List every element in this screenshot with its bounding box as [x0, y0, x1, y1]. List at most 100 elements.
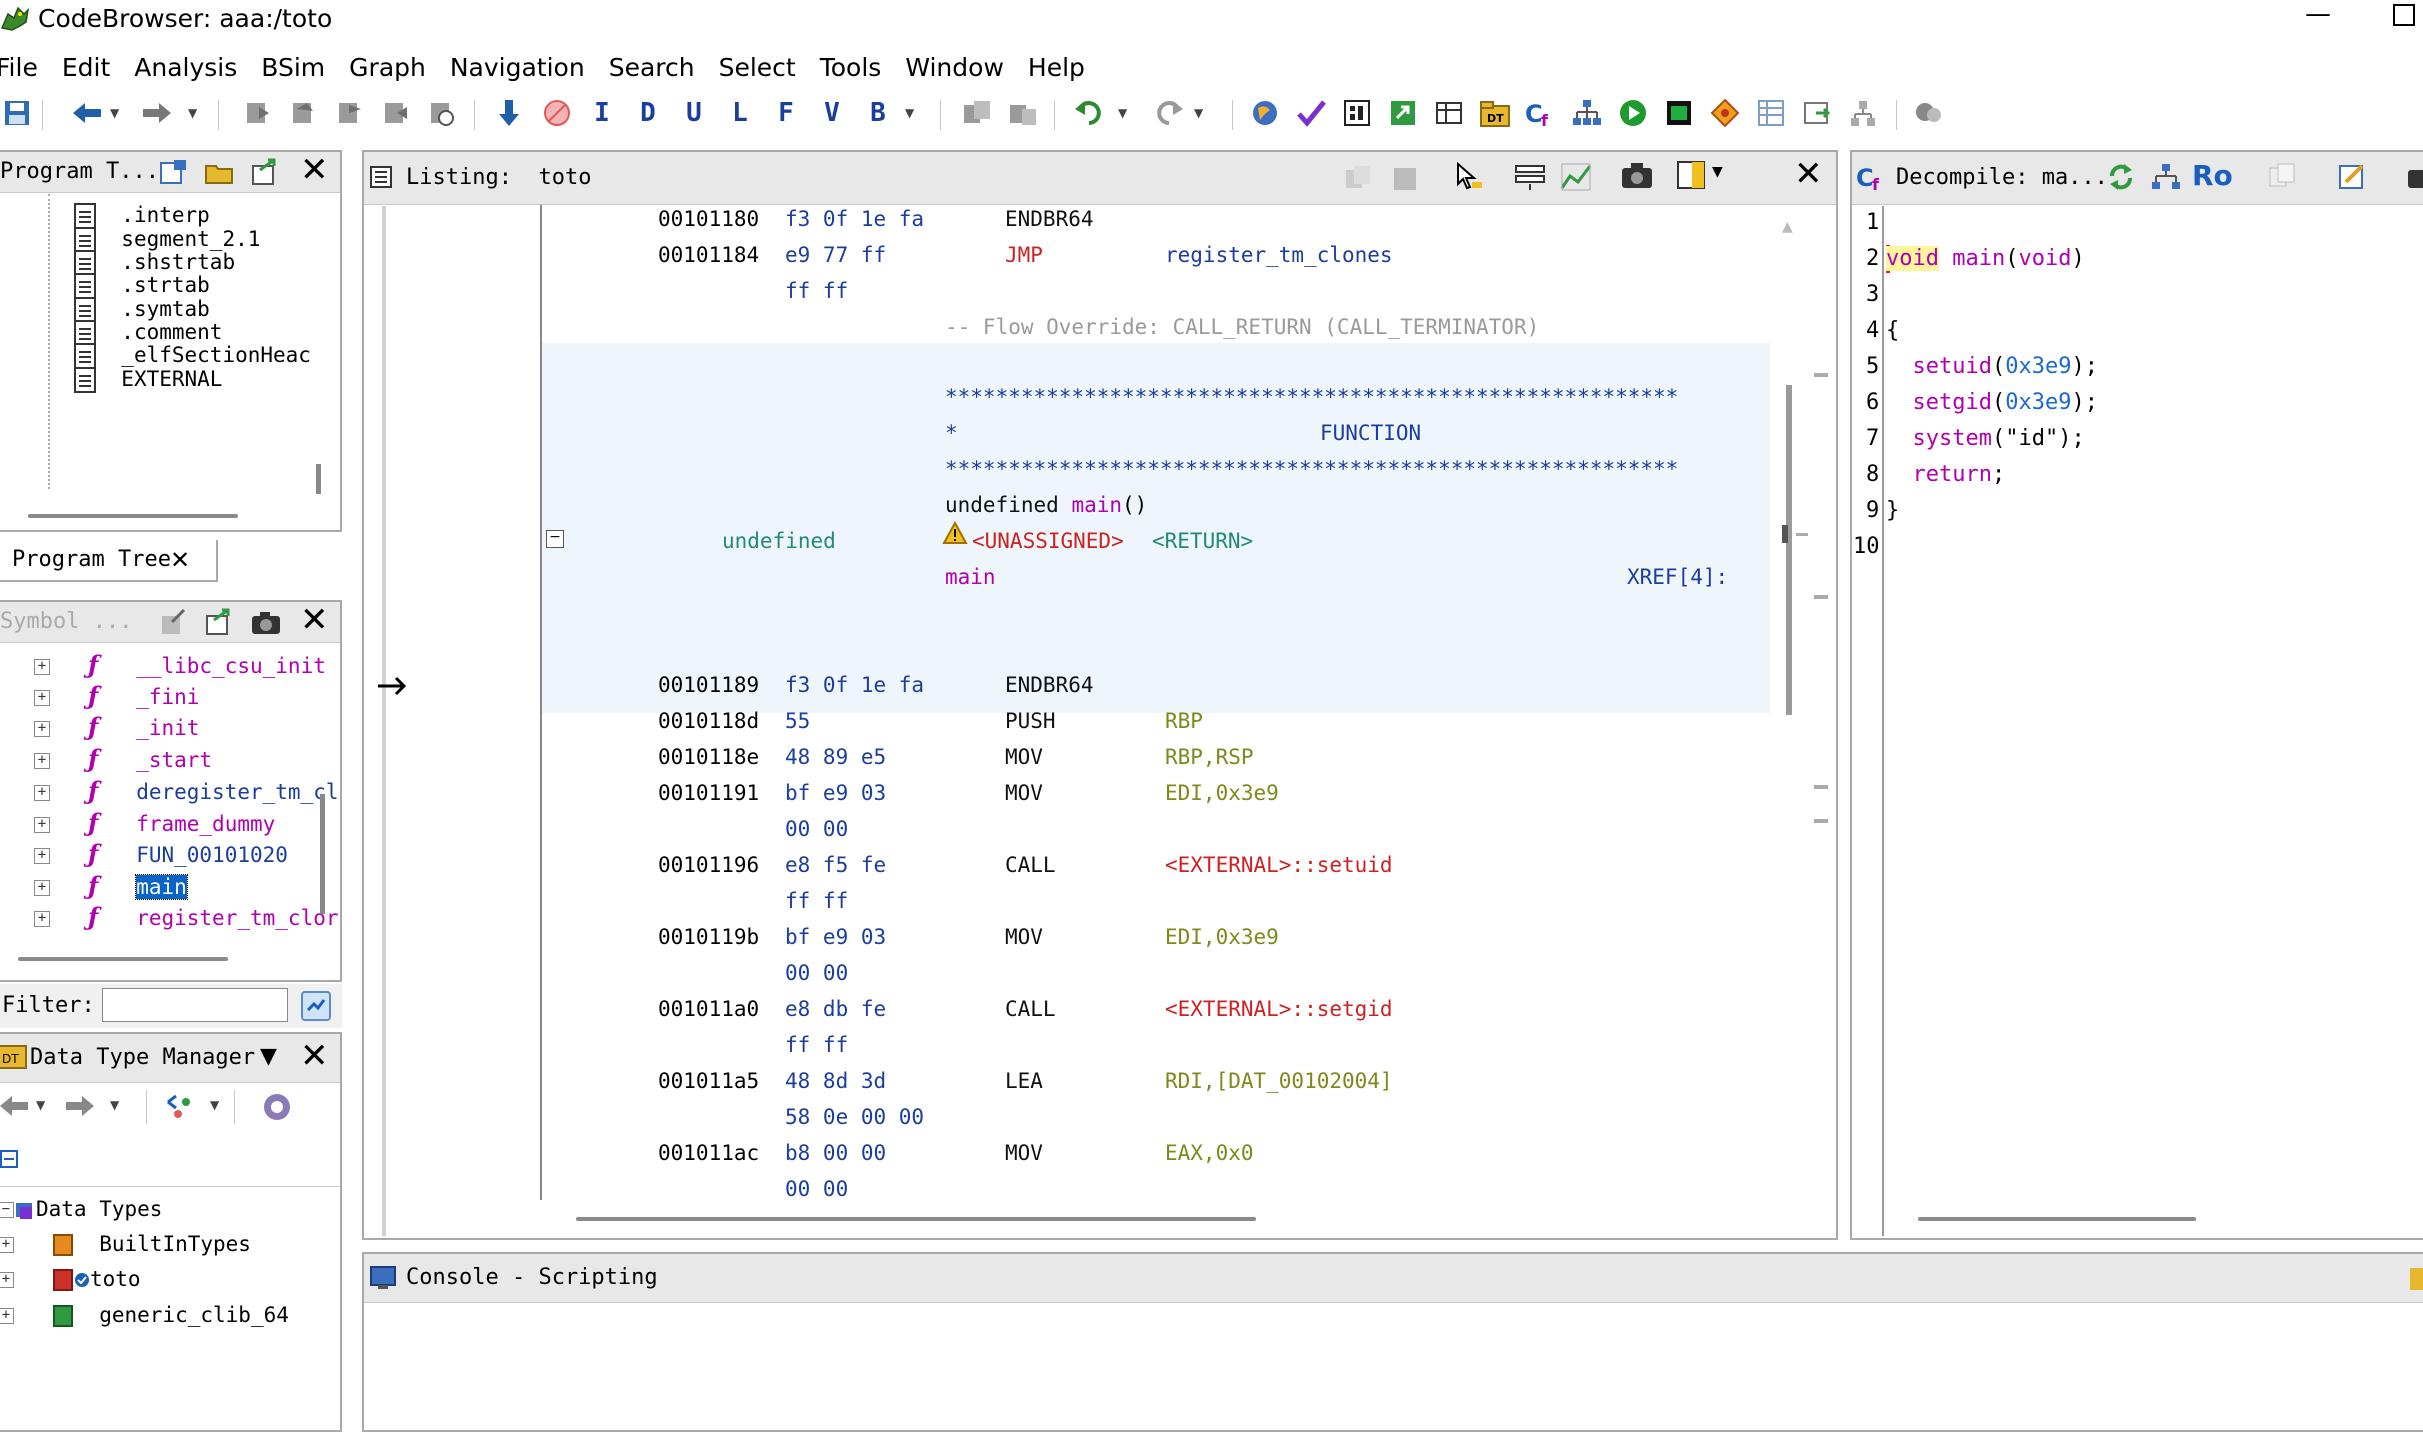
tree-item[interactable]: EXTERNAL [74, 362, 222, 396]
listing-row[interactable]: 00101180 [658, 205, 759, 233]
listing-row[interactable]: 00101189 [658, 671, 759, 699]
refresh-icon[interactable] [2106, 162, 2136, 196]
open-folder-icon[interactable] [204, 158, 236, 190]
dt-item-generic[interactable]: + generic_clib_64 [0, 1298, 289, 1332]
toolbar-letter-V[interactable]: V [815, 96, 849, 130]
minimize-button[interactable]: — [2303, 1, 2333, 32]
symbol-item[interactable]: + ƒ FUN_00101020 [34, 837, 288, 871]
dt-root[interactable]: − Data Types [0, 1192, 162, 1226]
listing-content[interactable]: − 00101180 f3 0f 1e fa ENDBR64 00101184 … [540, 205, 1770, 1201]
listing-operand[interactable]: RBP [1165, 707, 1203, 735]
paste-icon[interactable] [1006, 96, 1040, 130]
tree-graph-icon[interactable] [1570, 96, 1604, 130]
type-arrows-icon[interactable] [164, 1092, 198, 1126]
toolbar-letter-D[interactable]: D [631, 96, 665, 130]
menu-navigation[interactable]: Navigation [438, 50, 597, 88]
decompile-horizontal-scrollbar[interactable] [1918, 1217, 2196, 1221]
vertical-scrollbar[interactable] [316, 464, 321, 494]
listing-operand[interactable]: RBP,RSP [1165, 743, 1254, 771]
refresh-tree-icon[interactable] [250, 158, 280, 190]
folder-dt-icon[interactable]: DT [1478, 96, 1512, 130]
function-signature[interactable]: undefined main() [945, 491, 1147, 519]
decompile-line-9[interactable]: } [1886, 497, 1899, 525]
copy-icon[interactable] [1344, 164, 1374, 196]
back-dropdown-icon[interactable]: ▼ [110, 96, 122, 130]
memory-icon[interactable] [1340, 96, 1374, 130]
listing-row[interactable]: 0010119b [658, 923, 759, 951]
decompile-line-4[interactable]: { [1886, 317, 1899, 345]
symbol-item[interactable]: + ƒ frame_dummy [34, 806, 275, 840]
b-dropdown-icon[interactable]: ▼ [905, 96, 917, 130]
scroll-up-icon[interactable]: ▲ [1782, 219, 1793, 235]
layout-dropdown-icon[interactable]: ▼ [1712, 164, 1723, 180]
type-dropdown-icon[interactable]: ▼ [210, 1098, 219, 1112]
cursor-icon[interactable] [1454, 161, 1484, 196]
back-arrow-icon[interactable] [70, 96, 104, 130]
edit-symbol-icon[interactable] [158, 608, 188, 640]
listing-row[interactable]: 00101184 [658, 241, 759, 269]
forward-arrow-icon[interactable] [140, 96, 174, 130]
check-icon[interactable] [1294, 96, 1328, 130]
diamond-icon[interactable] [1708, 96, 1742, 130]
horizontal-scrollbar[interactable] [18, 957, 228, 961]
table-icon[interactable] [1432, 96, 1466, 130]
symbol-item[interactable]: + ƒ __libc_csu_init [34, 648, 326, 682]
refresh-green-icon[interactable] [1386, 96, 1420, 130]
snapshot-icon[interactable] [1620, 160, 1654, 194]
listing-row[interactable]: 001011a0 [658, 995, 759, 1023]
listing-operand[interactable]: EDI,0x3e9 [1165, 923, 1279, 951]
paste-icon[interactable] [1390, 164, 1420, 196]
redo-dropdown-icon[interactable]: ▼ [1194, 96, 1206, 130]
symbol-item-main[interactable]: + ƒ main [34, 869, 188, 903]
field-layout-icon[interactable] [1514, 162, 1546, 196]
collapse-function-icon[interactable]: − [546, 530, 564, 548]
menu-file[interactable]: File [0, 50, 50, 88]
back-dropdown-icon[interactable]: ▼ [36, 1098, 45, 1112]
close-icon[interactable]: ✕ [300, 602, 329, 638]
symbol-item[interactable]: + ƒ register_tm_clor [34, 900, 338, 934]
cut-icon[interactable] [960, 96, 994, 130]
forward-arrow-icon[interactable] [64, 1094, 96, 1122]
horizontal-scrollbar[interactable] [28, 514, 238, 518]
menu-select[interactable]: Select [707, 50, 808, 88]
listing-row[interactable]: 0010118e [658, 743, 759, 771]
menu-graph[interactable]: Graph [337, 50, 438, 88]
vertical-scrollbar[interactable] [1786, 385, 1792, 715]
listing-row[interactable]: 00101191 [658, 779, 759, 807]
nav-icon-2[interactable] [286, 96, 320, 130]
export-symbol-icon[interactable] [204, 608, 234, 640]
close-tab-icon[interactable]: ✕ [170, 540, 190, 580]
listing-operand[interactable]: EDI,0x3e9 [1165, 779, 1279, 807]
forward-dropdown-icon[interactable]: ▼ [188, 96, 200, 130]
down-arrow-icon[interactable] [492, 96, 526, 130]
menu-window[interactable]: Window [893, 50, 1016, 88]
redo-icon[interactable] [1150, 96, 1184, 130]
dt-item-builtin[interactable]: + BuiltInTypes [0, 1227, 251, 1261]
undo-dropdown-icon[interactable]: ▼ [1118, 96, 1130, 130]
decompile-line-8[interactable]: return; [1886, 461, 2006, 489]
listing-horizontal-scrollbar[interactable] [576, 1217, 1256, 1221]
vertical-scrollbar[interactable] [320, 794, 325, 914]
toolbar-letter-U[interactable]: U [677, 96, 711, 130]
tree-graph-icon[interactable] [2150, 162, 2182, 196]
menu-edit[interactable]: Edit [50, 50, 122, 88]
bubble-icon[interactable] [1912, 96, 1946, 130]
symbol-item[interactable]: + ƒ _init [34, 710, 199, 744]
toolbar-letter-B[interactable]: B [861, 96, 895, 130]
listing-operand[interactable]: <EXTERNAL>::setgid [1165, 995, 1393, 1023]
globe-icon[interactable] [1248, 96, 1282, 130]
stop-icon[interactable] [540, 96, 574, 130]
new-folder-icon[interactable] [158, 158, 188, 190]
decompile-line-7[interactable]: system("id"); [1886, 425, 2085, 453]
listing-row[interactable]: 00101196 [658, 851, 759, 879]
listing-row[interactable]: 0010118d [658, 707, 759, 735]
toolbar-letter-L[interactable]: L [723, 96, 757, 130]
snapshot-icon[interactable] [250, 608, 282, 640]
decompile-content[interactable]: 1 2 void main(void) 3 4 { 5 setuid(0x3e9… [1852, 205, 2423, 1200]
menu-analysis[interactable]: Analysis [122, 50, 249, 88]
clear-console-icon[interactable] [2410, 1266, 2423, 1296]
undo-icon[interactable] [1074, 96, 1108, 130]
save-icon[interactable] [0, 96, 34, 130]
decompile-line-2[interactable]: void main(void) [1886, 245, 2085, 273]
decompile-line-6[interactable]: setgid(0x3e9); [1886, 389, 2098, 417]
